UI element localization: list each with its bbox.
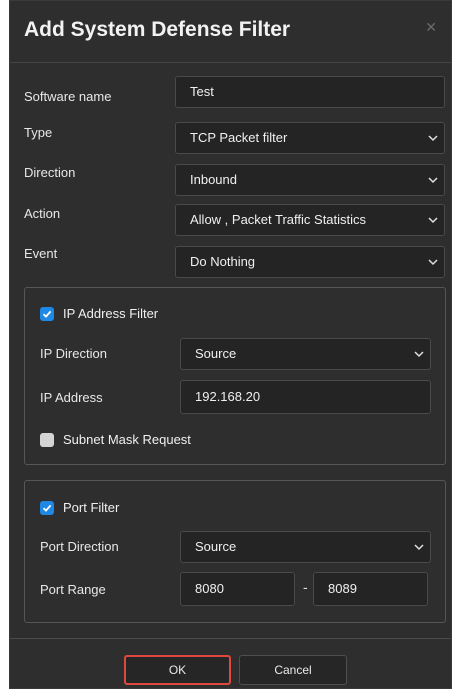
chevron-down-icon: [428, 257, 438, 267]
type-value: TCP Packet filter: [190, 130, 288, 145]
dialog-title: Add System Defense Filter: [24, 18, 291, 41]
ip-filter-checkbox[interactable]: IP Address Filter: [40, 306, 158, 321]
software-name-value: Test: [190, 84, 214, 99]
type-select[interactable]: TCP Packet filter: [175, 122, 445, 154]
event-label: Event: [24, 246, 58, 261]
ip-address-input[interactable]: 192.168.20: [180, 380, 431, 414]
software-name-label: Software name: [24, 89, 112, 104]
checkbox-checked-icon: [40, 306, 54, 321]
close-icon[interactable]: ✕: [425, 19, 437, 36]
port-direction-label: Port Direction: [40, 539, 119, 554]
port-direction-select[interactable]: Source: [180, 531, 431, 563]
subnet-mask-label: Subnet Mask Request: [63, 432, 191, 447]
ip-direction-select[interactable]: Source: [180, 338, 431, 370]
dialog-titlebar: Add System Defense Filter ✕: [10, 1, 451, 63]
chevron-down-icon: [414, 349, 424, 359]
add-filter-dialog: Add System Defense Filter ✕ Software nam…: [9, 0, 452, 689]
ip-filter-group: IP Address Filter IP Direction Source IP…: [24, 287, 446, 465]
ip-address-value: 192.168.20: [195, 389, 261, 404]
event-select[interactable]: Do Nothing: [175, 246, 445, 278]
subnet-mask-checkbox[interactable]: Subnet Mask Request: [40, 432, 191, 447]
type-label: Type: [24, 125, 53, 140]
direction-select[interactable]: Inbound: [175, 164, 445, 196]
action-select[interactable]: Allow , Packet Traffic Statistics: [175, 204, 445, 236]
port-filter-checkbox[interactable]: Port Filter: [40, 500, 119, 515]
port-range-separator: -: [303, 579, 308, 595]
checkbox-unchecked-icon: [40, 432, 54, 447]
checkbox-checked-icon: [40, 500, 54, 515]
chevron-down-icon: [428, 175, 438, 185]
port-range-to-value: 8089: [328, 581, 357, 596]
ip-direction-label: IP Direction: [40, 346, 107, 361]
direction-label: Direction: [24, 165, 76, 180]
ip-direction-value: Source: [195, 346, 237, 361]
cancel-button[interactable]: Cancel: [239, 655, 347, 685]
port-range-from-value: 8080: [195, 581, 224, 596]
port-range-label: Port Range: [40, 582, 106, 597]
port-filter-group: Port Filter Port Direction Source Port R…: [24, 480, 446, 623]
direction-value: Inbound: [190, 172, 237, 187]
action-value: Allow , Packet Traffic Statistics: [190, 212, 367, 227]
port-filter-label: Port Filter: [63, 500, 120, 515]
chevron-down-icon: [428, 215, 438, 225]
port-range-to-input[interactable]: 8089: [313, 572, 428, 606]
chevron-down-icon: [414, 542, 424, 552]
ok-button[interactable]: OK: [124, 655, 231, 685]
port-direction-value: Source: [195, 539, 237, 554]
event-value: Do Nothing: [190, 254, 256, 269]
chevron-down-icon: [428, 133, 438, 143]
port-range-from-input[interactable]: 8080: [180, 572, 295, 606]
action-label: Action: [24, 206, 61, 221]
footer-divider: [10, 638, 451, 639]
ip-address-label: IP Address: [40, 390, 103, 405]
ip-filter-label: IP Address Filter: [63, 306, 159, 321]
software-name-input[interactable]: Test: [175, 76, 445, 108]
